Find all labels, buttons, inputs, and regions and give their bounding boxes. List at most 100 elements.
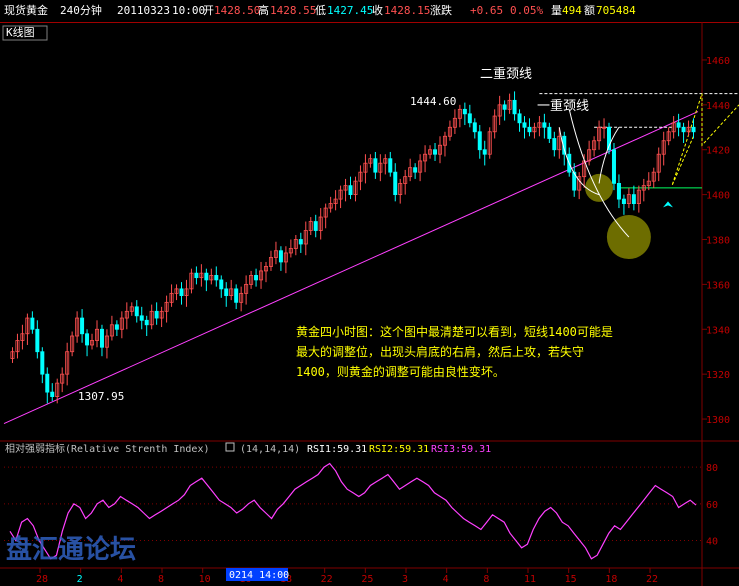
candle-body (527, 126, 532, 133)
price-tick-label: 1340 (706, 325, 730, 336)
rsi-tick-label: 40 (706, 537, 718, 548)
time-tick-label: 3 (402, 574, 408, 585)
candle-body (522, 122, 527, 128)
open-label: 开 (203, 4, 214, 17)
rsi1-value: RSI1:59.31 (307, 444, 367, 455)
candle-body (472, 122, 477, 133)
time-tick-label: 4 (443, 574, 449, 585)
price-tick-label: 1380 (706, 236, 730, 247)
price-tick-label: 1420 (706, 146, 730, 157)
comment-line-3: 1400，则黄金的调整可能由良性变坏。 (296, 364, 505, 379)
change-percent: 0.05% (510, 4, 544, 17)
candle-body (194, 272, 199, 279)
candle-body (234, 288, 239, 303)
open-value: 1428.50 (214, 4, 261, 17)
time-tick-label: 15 (565, 574, 577, 585)
candle-body (139, 315, 144, 321)
time-value: 10:00 (172, 4, 206, 17)
time-tick-label: 8 (483, 574, 489, 585)
volume-value: 494 (562, 4, 582, 17)
candle-body (482, 149, 487, 155)
price-tick-label: 1440 (706, 101, 730, 112)
candle-body (219, 279, 224, 290)
high-value: 1428.55 (270, 4, 317, 17)
candle-body (547, 126, 552, 139)
price-tick-label: 1320 (706, 370, 730, 381)
candle-body (681, 126, 686, 133)
kline-tab[interactable]: K线图 (6, 25, 35, 39)
candle-body (45, 373, 50, 393)
change-value: +0.65 (470, 4, 504, 17)
candle-body (611, 149, 616, 184)
candle-body (40, 351, 45, 375)
quote-info-bar: 现货黄金 240分钟 20110323 10:00 开 1428.50 高 14… (0, 0, 739, 22)
candle-body (204, 272, 209, 281)
price-tick-label: 1400 (706, 191, 730, 202)
candle-body (517, 113, 522, 124)
time-tick-label: 4 (117, 574, 123, 585)
candle-body (134, 306, 139, 317)
kline-chart[interactable]: 1300 1320 1340 1360 1380 1400 1420 1440 1460 40 60… (0, 22, 739, 586)
time-tick-label: 10 (199, 574, 211, 585)
candle-body (114, 324, 119, 330)
period-label: 240分钟 (60, 4, 102, 17)
time-tick-label: 11 (524, 574, 536, 585)
candle-body (631, 194, 636, 204)
rsi-params: (14,14,14) (240, 444, 300, 455)
comment-line-2: 最大的调整位，出现头肩底的右肩，然后上攻，若失守 (296, 344, 584, 359)
candle-body (348, 185, 353, 196)
rsi-settings-icon[interactable] (225, 442, 235, 452)
candle-body (278, 250, 283, 263)
candle-body (313, 221, 318, 231)
candle-body (413, 167, 418, 173)
rsi-tick-label: 80 (706, 463, 718, 474)
candle-body (85, 333, 90, 346)
time-tick-label: 8 (158, 574, 164, 585)
chart-grid (0, 22, 739, 586)
cursor-arrow-icon (663, 201, 673, 208)
candle-body (433, 149, 438, 155)
candle-body (462, 108, 467, 115)
candle-body (676, 122, 681, 128)
low-price-label: 1307.95 (78, 390, 124, 403)
price-tick-label: 1460 (706, 56, 730, 67)
rsi-tick-label: 60 (706, 500, 718, 511)
time-tick-label: 28 (36, 574, 48, 585)
candle-body (35, 328, 40, 353)
candle-body (393, 171, 398, 196)
candle-body (477, 131, 482, 151)
candle-body (50, 391, 55, 398)
candle-body (621, 198, 626, 204)
time-tick-label: 2 (77, 574, 83, 585)
candle-body (552, 138, 557, 151)
candle-body (388, 158, 393, 173)
candle-body (144, 319, 149, 326)
candle-body (373, 158, 378, 173)
candle-body (179, 288, 184, 297)
candle-body (99, 328, 104, 348)
rsi2-value: RSI2:59.31 (369, 444, 429, 455)
price-tick-label: 1360 (706, 280, 730, 291)
cursor-date: 0214 14:00 (229, 570, 289, 581)
price-tick-label: 1300 (706, 415, 730, 426)
candle-body (691, 126, 696, 133)
neck2-label: 二重颈线 (480, 66, 532, 82)
candle-body (512, 99, 517, 115)
candle-body (616, 182, 621, 200)
neck1-label: 一重颈线 (537, 98, 589, 114)
candle-body (298, 239, 303, 245)
candle-body (542, 122, 547, 128)
time-tick-label: 22 (646, 574, 658, 585)
change-label: 涨跌 (430, 4, 452, 17)
high-label: 高 (258, 4, 269, 17)
high-price-label: 1444.60 (410, 95, 456, 108)
comment-line-1: 黄金四小时图：这个图中最清楚可以看到，短线1400可能是 (296, 324, 613, 339)
low-label: 低 (315, 4, 326, 17)
low-value: 1427.45 (327, 4, 374, 17)
candle-body (467, 113, 472, 124)
candle-body (80, 317, 85, 335)
candle-body (30, 317, 35, 330)
date-value: 20110323 (117, 4, 170, 17)
candle-body (154, 310, 159, 319)
close-label: 收 (372, 4, 383, 17)
